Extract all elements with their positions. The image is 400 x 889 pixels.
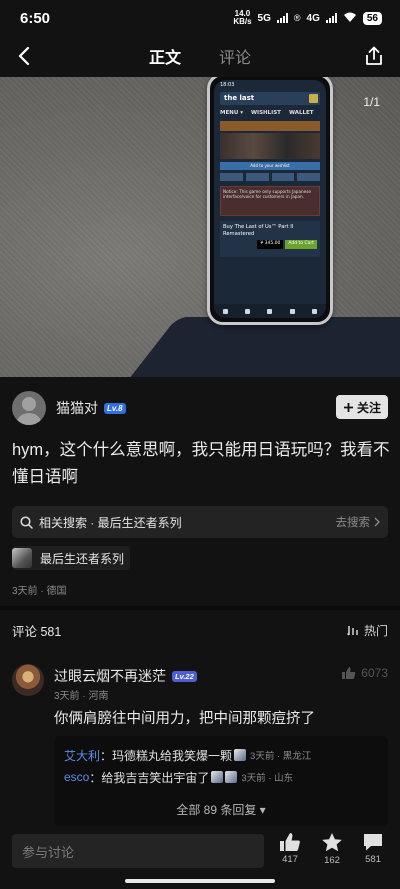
all-replies-button[interactable]: 全部 89 条回复 ▾ [54,801,388,818]
related-search[interactable]: 相关搜索 · 最后生还者系列 去搜索 [12,506,388,538]
reply-item[interactable]: esco ： 给我吉吉笑出宇宙了 3天前 · 山东 [64,766,378,788]
sort-button[interactable]: 热门 [346,622,388,639]
dark-object [122,317,400,377]
avatar[interactable] [12,391,46,425]
plus-icon [343,402,353,412]
topic-tag[interactable]: 最后生还者系列 [12,546,131,570]
status-bar: 6:50 14.0 KB/s 5G ® 4G 56 [0,0,400,36]
reply-user[interactable]: 艾大利 [64,747,100,764]
signal-5g-label: 5G [257,12,271,24]
top-nav: 正文 评论 [0,36,400,76]
go-search-link[interactable]: 去搜索 [336,514,381,530]
phone-screen: 18:03 the last MENU ▾ WISHLIST WALLET Ad… [214,80,326,318]
topic-label: 最后生还者系列 [40,551,125,566]
comment-input[interactable]: 参与讨论 [12,834,264,868]
chevron-left-icon [18,46,30,66]
comment-button[interactable]: 581 [353,832,393,865]
star-button[interactable]: 162 [312,832,352,866]
signal-4g-label: 4G [306,12,320,24]
level-badge: Lv.22 [172,670,197,682]
section-divider [0,606,400,610]
reply-item[interactable]: 艾大利 ： 玛德糕丸给我笑爆一颗 3天前 · 黑龙江 [64,744,378,766]
star-icon [322,833,342,852]
comment-like-button[interactable]: 6073 [341,666,388,680]
post-image[interactable]: 18:03 the last MENU ▾ WISHLIST WALLET Ad… [0,77,400,377]
avatar[interactable] [12,664,44,696]
tab-main[interactable]: 正文 [149,44,181,68]
thumb-up-icon [342,667,356,679]
emoji-icon [211,771,224,783]
status-icons: 14.0 KB/s 5G ® 4G 56 [233,10,382,26]
network-speed: 14.0 KB/s [233,9,252,26]
comments-header: 评论 581 热门 [12,620,388,640]
signal-bars-icon [325,13,337,23]
chevron-right-icon [374,517,380,527]
comment-meta: 3天前 · 河南 [54,691,109,702]
phone-notice: Notice: This game only supports Japanese… [220,186,320,216]
replies-box: 艾大利 ： 玛德糕丸给我笑爆一颗 3天前 · 黑龙江 esco ： 给我吉吉笑出… [54,736,388,826]
reply-text: 给我吉吉笑出宇宙了 [101,770,210,785]
like-button[interactable]: 417 [270,832,310,865]
share-button[interactable] [360,42,388,70]
comment-author[interactable]: 过眼云烟不再迷茫 Lv.22 [54,666,197,686]
comment-text: 你俩肩膀往中间用力，把中间那颗痘挤了 [54,711,315,727]
battery-icon: 56 [362,11,382,25]
follow-button[interactable]: 关注 [336,395,388,419]
emoji-icon [234,749,247,761]
reply-user[interactable]: esco [64,770,89,784]
status-time: 6:50 [20,9,51,27]
sort-icon [346,625,358,636]
post-text: hym，这个什么意思啊，我只能用日语玩吗？我看不懂日语啊 [12,441,390,486]
topic-thumbnail [12,548,32,568]
comments-title: 评论 581 [12,624,62,639]
share-icon [366,46,382,65]
back-button[interactable] [10,42,38,70]
reply-meta: 3天前 · 黑龙江 [250,751,312,762]
level-badge: Lv.8 [104,402,126,414]
phone-in-photo: 18:03 the last MENU ▾ WISHLIST WALLET Ad… [207,77,333,325]
registered-icon: ® [293,13,301,23]
phone-game-screenshots [220,133,320,159]
reply-meta: 3天前 · 山东 [241,773,294,784]
search-icon [20,515,33,529]
signal-bars-icon [276,13,288,23]
phone-buy-box: Buy The Last of Us™ Part II Remastered ¥… [220,221,320,257]
phone-search-bar: the last [220,92,320,105]
post-meta: 3天前 · 德国 [12,586,67,597]
reply-text: 玛德糕丸给我笑爆一颗 [112,748,233,763]
tab-bar: 正文 评论 [149,44,251,68]
emoji-icon [225,771,238,783]
author-name[interactable]: 猫猫对 [56,398,98,418]
author-row: 猫猫对 Lv.8 关注 [12,389,388,427]
thumb-up-icon [280,833,300,851]
page-indicator: 1/1 [363,95,380,109]
phone-menu: MENU ▾ WISHLIST WALLET [220,110,314,116]
bottom-bar: 参与讨论 417 162 581 [0,826,400,889]
wifi-icon [343,12,357,25]
related-search-label: 相关搜索 · 最后生还者系列 [39,515,182,530]
comment-bubble-icon [364,834,382,851]
tab-comments[interactable]: 评论 [219,44,251,68]
home-indicator [125,879,275,883]
